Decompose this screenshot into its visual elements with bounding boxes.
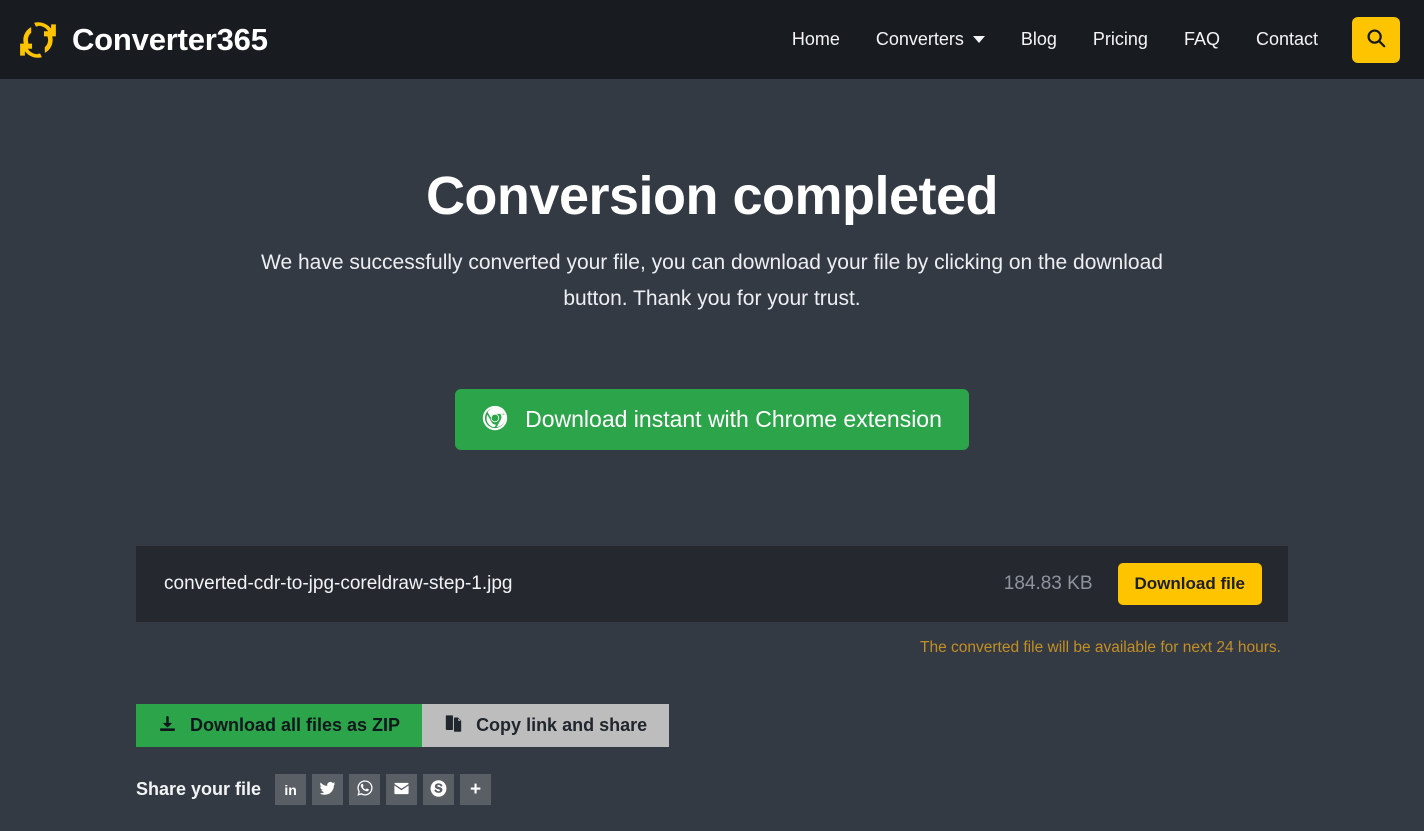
main-content: Conversion completed We have successfull… <box>0 79 1424 831</box>
share-label: Share your file <box>136 779 262 800</box>
copy-files-icon <box>444 714 463 738</box>
copy-link-share-label: Copy link and share <box>476 715 648 736</box>
brand-name: Converter365 <box>72 21 268 57</box>
download-icon <box>158 714 177 738</box>
main-nav: Home Converters Blog Pricing FAQ Contact <box>774 16 1400 63</box>
download-chrome-extension-button[interactable]: Download instant with Chrome extension <box>455 389 969 451</box>
download-file-button[interactable]: Download file <box>1117 563 1262 606</box>
nav-item-faq[interactable]: FAQ <box>1166 19 1238 60</box>
nav-item-label: Converters <box>875 29 964 49</box>
chrome-cta-label: Download instant with Chrome extension <box>525 406 942 433</box>
hero-section: Conversion completed We have successfull… <box>0 79 1424 317</box>
nav-item-label: Pricing <box>1092 29 1148 49</box>
nav-item-label: Blog <box>1020 29 1057 49</box>
file-expiry-note: The converted file will be available for… <box>919 639 1281 657</box>
share-more-button[interactable]: + <box>460 774 492 806</box>
converted-file-row: converted-cdr-to-jpg-coreldraw-step-1.jp… <box>136 546 1288 623</box>
nav-item-label: Contact <box>1255 29 1318 49</box>
chrome-icon <box>482 405 508 434</box>
chrome-cta-wrapper: Download instant with Chrome extension <box>0 389 1424 451</box>
search-icon <box>1365 27 1387 52</box>
nav-item-home[interactable]: Home <box>774 19 858 60</box>
skype-icon <box>429 779 448 801</box>
plus-icon: + <box>469 779 482 801</box>
download-all-zip-label: Download all files as ZIP <box>190 715 401 736</box>
download-all-zip-button[interactable]: Download all files as ZIP <box>136 704 423 748</box>
nav-item-converters[interactable]: Converters <box>858 19 1003 60</box>
whatsapp-icon <box>356 779 374 800</box>
nav-item-label: Home <box>791 29 840 49</box>
share-email-button[interactable] <box>386 774 418 806</box>
linkedin-icon: in <box>284 781 297 798</box>
nav-item-contact[interactable]: Contact <box>1238 19 1336 60</box>
chevron-down-icon <box>972 36 985 43</box>
brand-logo-link[interactable]: Converter365 <box>16 18 268 62</box>
twitter-icon <box>319 780 336 800</box>
nav-item-pricing[interactable]: Pricing <box>1075 19 1166 60</box>
share-whatsapp-button[interactable] <box>349 774 381 806</box>
nav-item-blog[interactable]: Blog <box>1003 19 1075 60</box>
share-buttons: in + <box>275 774 492 806</box>
share-row: Share your file in + <box>136 774 1288 806</box>
converted-file-size: 184.83 KB <box>1003 573 1093 595</box>
search-button[interactable] <box>1352 16 1400 63</box>
converted-file-name: converted-cdr-to-jpg-coreldraw-step-1.jp… <box>164 573 513 595</box>
file-row-actions: 184.83 KB Download file <box>1003 563 1262 606</box>
share-skype-button[interactable] <box>423 774 455 806</box>
site-header: Converter365 Home Converters Blog Pricin… <box>0 0 1424 79</box>
nav-item-label: FAQ <box>1183 29 1220 49</box>
email-icon <box>393 780 410 800</box>
page-subtitle: We have successfully converted your file… <box>261 251 1163 311</box>
convert-cycle-icon <box>16 18 60 62</box>
page-title: Conversion completed <box>425 166 999 226</box>
copy-link-share-button[interactable]: Copy link and share <box>422 704 670 748</box>
bulk-actions-row: Download all files as ZIP Copy link and … <box>136 704 1288 748</box>
share-twitter-button[interactable] <box>312 774 344 806</box>
result-section: converted-cdr-to-jpg-coreldraw-step-1.jp… <box>136 546 1288 806</box>
share-linkedin-button[interactable]: in <box>275 774 307 806</box>
